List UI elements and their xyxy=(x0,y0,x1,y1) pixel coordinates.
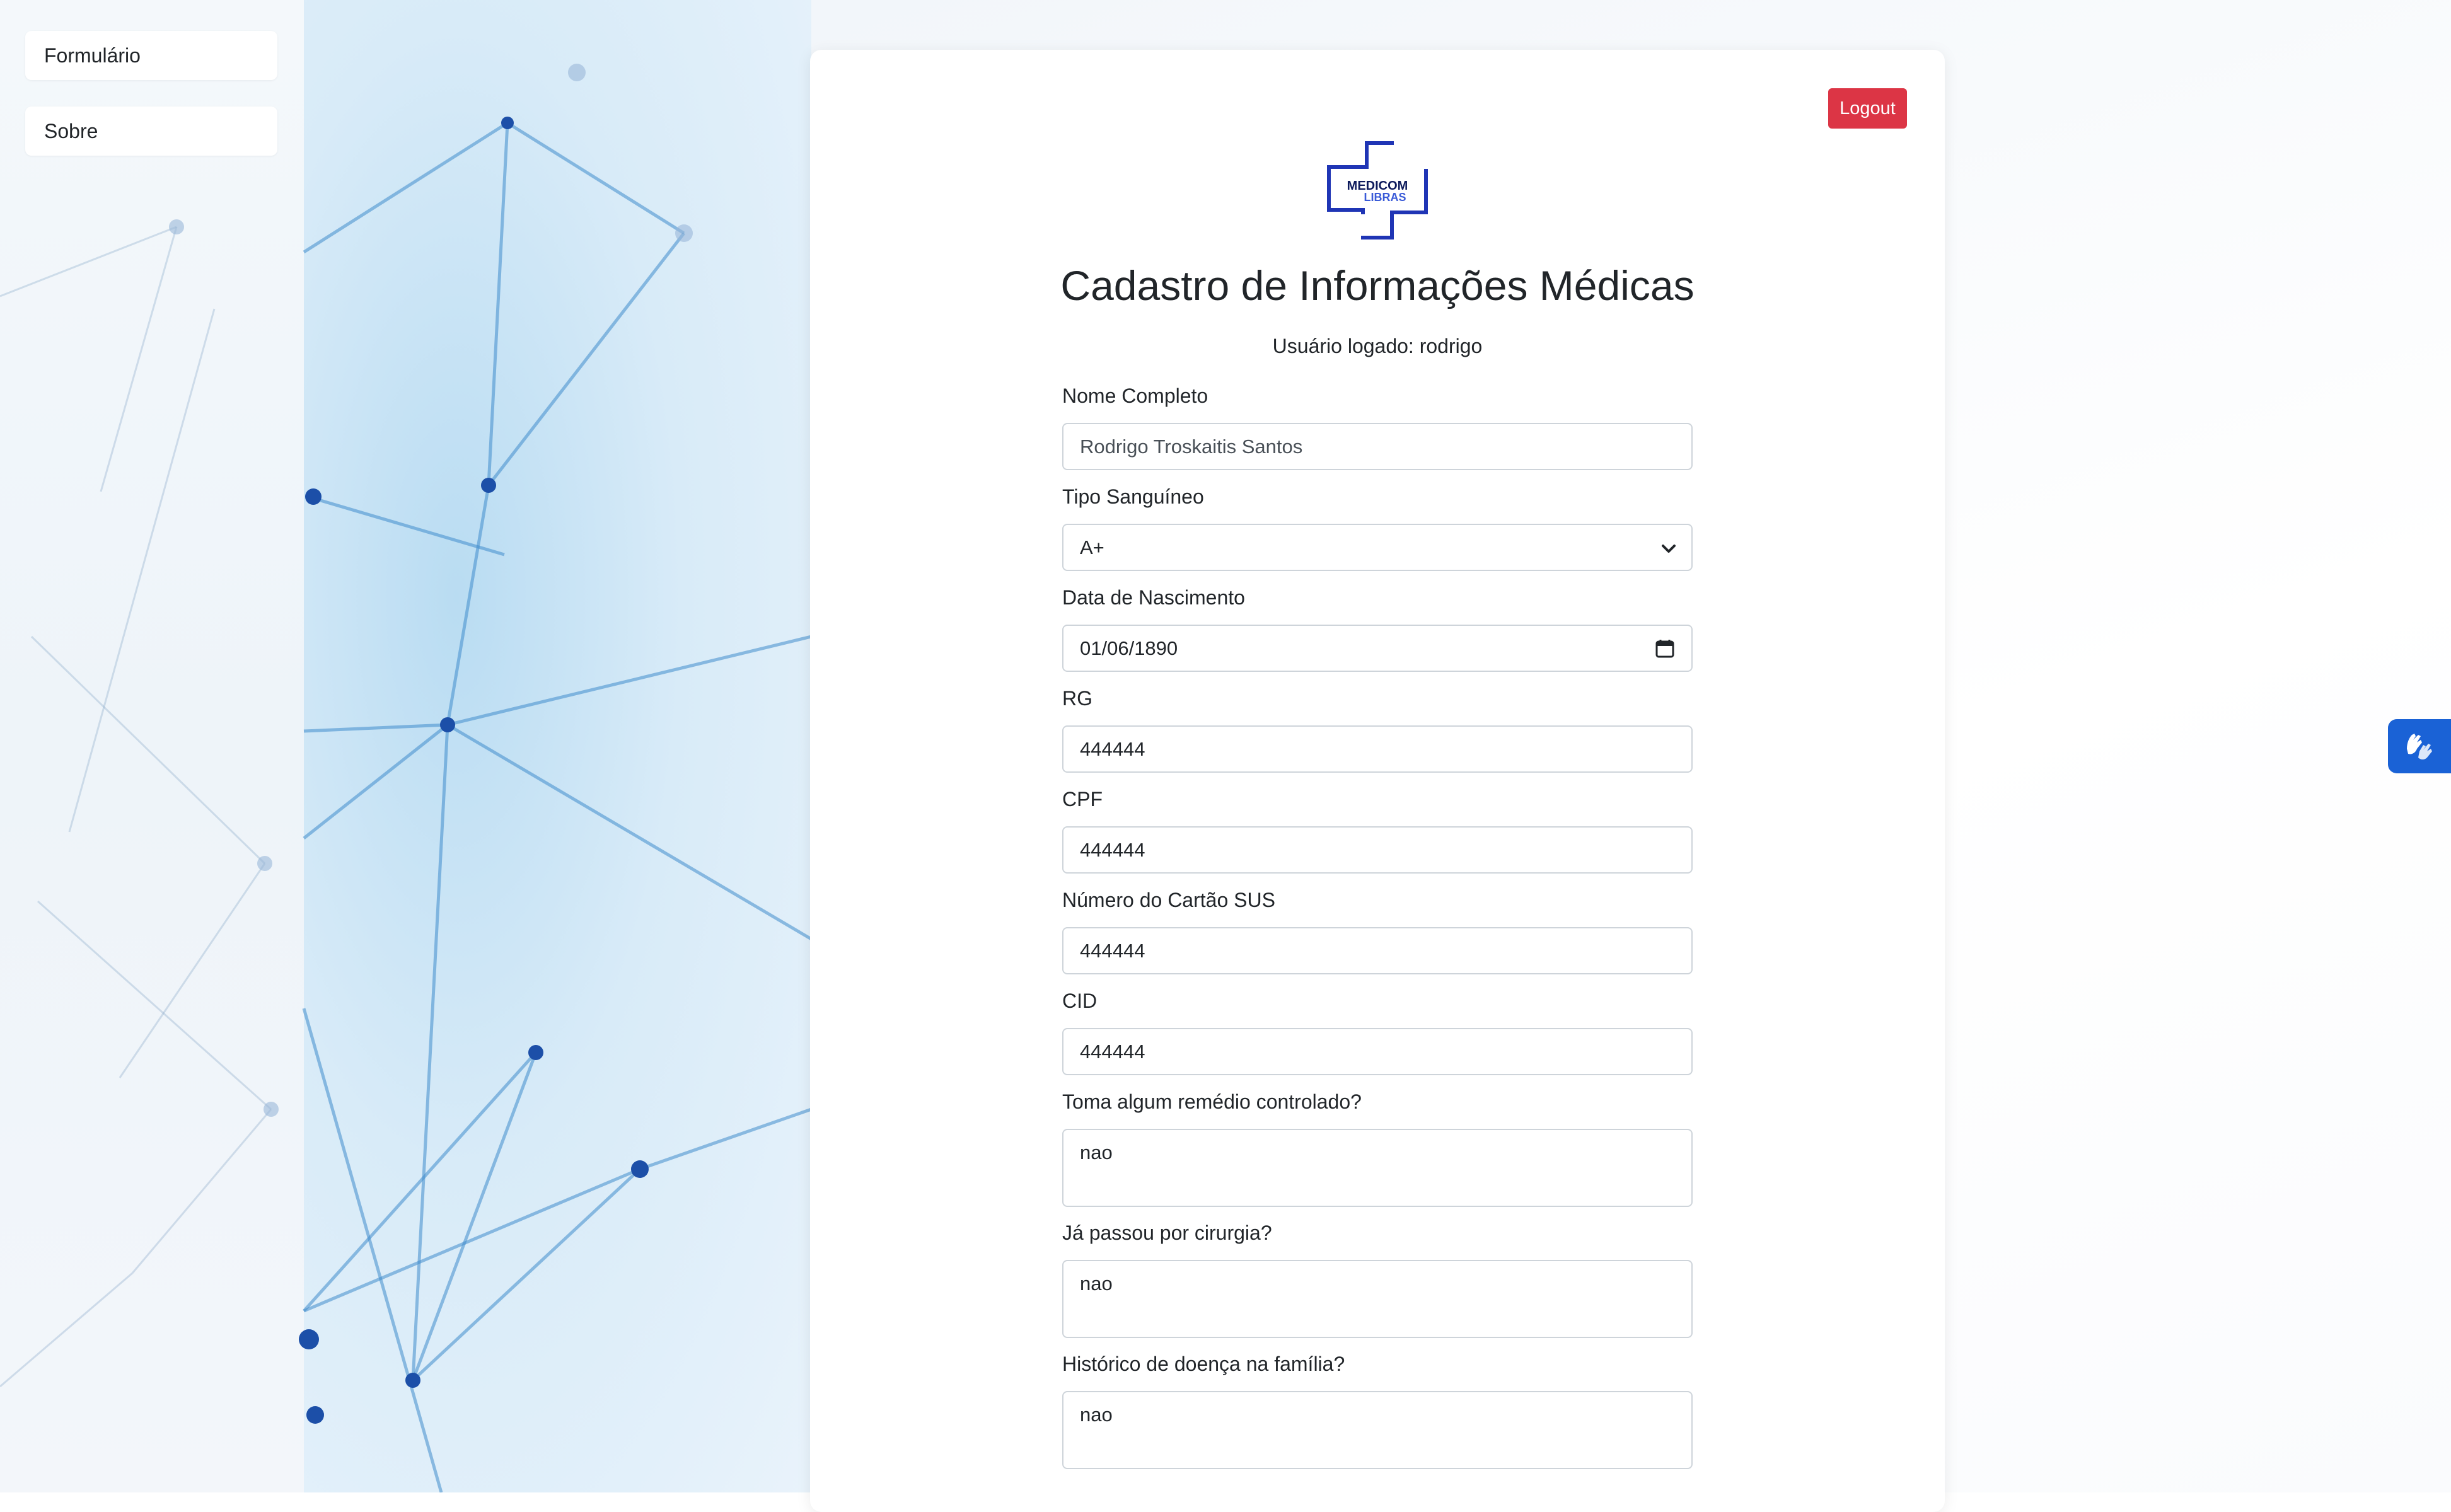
sidebar-item-sobre[interactable]: Sobre xyxy=(25,107,277,156)
sidebar: Formulário Sobre xyxy=(0,0,304,1492)
sus-input[interactable]: 444444 xyxy=(1062,927,1693,974)
calendar-icon[interactable] xyxy=(1655,638,1675,659)
remedio-textarea[interactable]: nao xyxy=(1062,1129,1693,1207)
accessibility-button[interactable] xyxy=(2388,719,2451,773)
page-title: Cadastro de Informações Médicas xyxy=(1060,262,1695,309)
tipo-sanguineo-value: A+ xyxy=(1080,536,1104,558)
nascimento-input[interactable]: 01/06/1890 xyxy=(1062,625,1693,672)
cirurgia-textarea[interactable]: nao xyxy=(1062,1260,1693,1338)
nascimento-label: Data de Nascimento xyxy=(1062,586,1245,609)
cid-input[interactable]: 444444 xyxy=(1062,1028,1693,1075)
logged-user-text: Usuário logado: rodrigo xyxy=(1272,335,1483,357)
tipo-sanguineo-select[interactable]: A+ xyxy=(1062,524,1693,571)
logout-button[interactable]: Logout xyxy=(1828,88,1907,129)
sign-language-hands-icon xyxy=(2407,734,2432,759)
tipo-sanguineo-label: Tipo Sanguíneo xyxy=(1062,485,1204,508)
chevron-down-icon xyxy=(1662,545,1676,553)
sidebar-item-formulario[interactable]: Formulário xyxy=(25,31,277,80)
rg-input[interactable]: 444444 xyxy=(1062,725,1693,773)
sus-label: Número do Cartão SUS xyxy=(1062,889,1275,911)
remedio-label: Toma algum remédio controlado? xyxy=(1062,1090,1362,1113)
nome-label: Nome Completo xyxy=(1062,384,1208,407)
nascimento-value: 01/06/1890 xyxy=(1080,637,1178,659)
rg-label: RG xyxy=(1062,687,1092,710)
historico-textarea[interactable]: nao xyxy=(1062,1391,1693,1469)
form-card: Logout MEDICOM LIBRAS Cadastro de Inform… xyxy=(810,50,1945,1512)
historico-label: Histórico de doença na família? xyxy=(1062,1353,1345,1375)
nome-input[interactable]: Rodrigo Troskaitis Santos xyxy=(1062,423,1693,470)
logo-text-libras: LIBRAS xyxy=(1364,191,1406,204)
cpf-input[interactable]: 444444 xyxy=(1062,826,1693,874)
cid-label: CID xyxy=(1062,990,1098,1012)
medicom-libras-logo: MEDICOM LIBRAS xyxy=(1327,141,1428,239)
cirurgia-label: Já passou por cirurgia? xyxy=(1062,1221,1272,1244)
cpf-label: CPF xyxy=(1062,788,1103,811)
